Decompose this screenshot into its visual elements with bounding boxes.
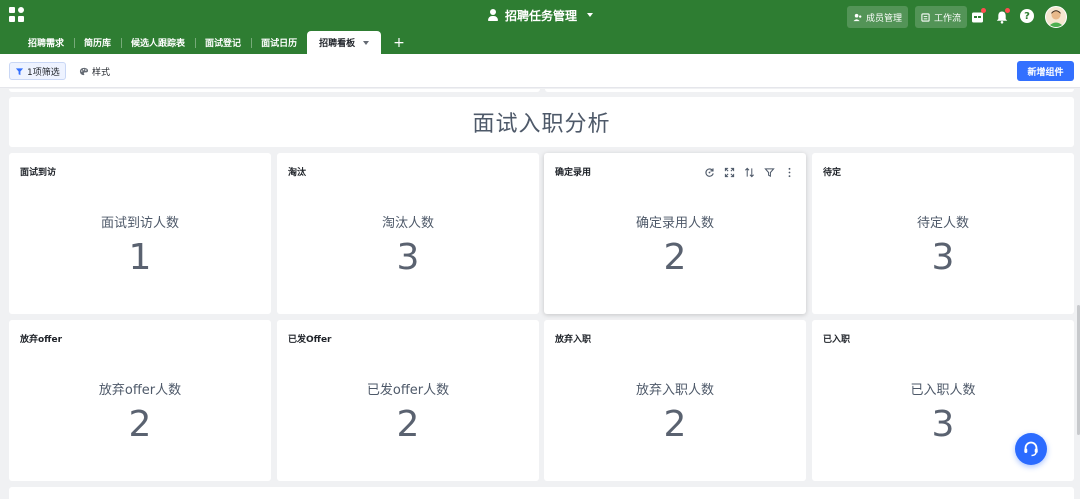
customer-service-icon [1024,441,1038,457]
notifications-button[interactable] [995,8,1010,24]
metric-value: 3 [931,237,955,278]
apps-icon[interactable] [9,7,25,23]
metric-label: 放弃offer人数 [98,383,182,398]
style-label: 样式 [92,67,111,78]
chevron-down-icon [587,13,593,17]
app-header: 招聘任务管理 成员管理 工作流 ? 招聘需求 简历库 候选人跟踪表 面试登记 面… [0,0,1080,54]
component-strip [545,89,1074,92]
card-title: 已入职 [823,335,851,345]
more-icon[interactable] [783,166,796,178]
metric-label: 放弃入职人数 [635,383,714,398]
app-title-dropdown[interactable]: 招聘任务管理 [487,7,593,24]
metric-card-interview-visits[interactable]: 面试到访 面试到访人数 1 [9,153,271,314]
card-toolbar [703,166,796,178]
filter-button[interactable]: 1项筛选 [9,62,66,80]
add-tab-button[interactable]: + [393,31,405,54]
members-icon [853,13,862,21]
metric-card-offer-sent[interactable]: 已发Offer 已发offer人数 2 [277,320,539,481]
help-icon[interactable]: ? [1020,9,1034,23]
metric-label: 已发offer人数 [366,383,450,398]
app-title: 招聘任务管理 [504,8,577,23]
card-title: 确定录用 [555,168,592,178]
avatar[interactable] [1045,6,1067,28]
metric-card-declined-onboarding[interactable]: 放弃入职 放弃入职人数 2 [544,320,806,481]
metric-value: 2 [128,404,152,445]
metric-label: 面试到访人数 [100,216,179,231]
metric-value: 2 [396,404,420,445]
style-icon [79,67,89,75]
metric-card-eliminated[interactable]: 淘汰 淘汰人数 3 [277,153,539,314]
metric-label: 确定录用人数 [635,216,714,231]
component-strip [9,89,540,92]
metric-label: 已入职人数 [910,383,976,398]
tab-candidate-tracking[interactable]: 候选人跟踪表 [121,31,195,54]
card-title: 放弃入职 [555,335,592,345]
tab-interview-registration[interactable]: 面试登记 [195,31,251,54]
tab-recruit-demand[interactable]: 招聘需求 [18,31,74,54]
workflow-label: 工作流 [934,13,962,24]
card-title: 面试到访 [20,168,57,178]
dashboard-toolbar: 1项筛选 样式 新增组件 [0,54,1080,88]
metric-label: 待定人数 [916,216,969,231]
card-title: 放弃offer [20,335,63,345]
metric-label: 淘汰人数 [381,216,434,231]
metric-value: 2 [663,404,687,445]
tab-resume-library[interactable]: 简历库 [74,31,121,54]
style-button[interactable]: 样式 [76,62,113,80]
fullscreen-icon[interactable] [723,166,736,178]
metric-card-confirmed-hires[interactable]: 确定录用 确定录用人数 2 [544,153,806,314]
tab-recruit-dashboard[interactable]: 招聘看板 [307,31,382,54]
metric-value: 1 [128,237,152,278]
workflow-button[interactable]: 工作流 [915,6,968,28]
metric-value: 3 [396,237,420,278]
user-icon [487,9,499,21]
filter-label: 1项筛选 [27,67,60,78]
metric-card-pending[interactable]: 待定 待定人数 3 [812,153,1074,314]
card-title: 待定 [823,168,842,178]
tab-interview-calendar[interactable]: 面试日历 [251,31,307,54]
sort-icon[interactable] [743,166,756,178]
chevron-down-icon[interactable] [363,40,370,45]
new-component-button[interactable]: 新增组件 [1017,61,1074,81]
filter-icon[interactable] [763,166,776,178]
metric-card-declined-offer[interactable]: 放弃offer 放弃offer人数 2 [9,320,271,481]
members-label: 成员管理 [866,13,903,24]
card-title: 已发Offer [288,335,332,345]
card-title: 淘汰 [288,168,307,178]
refresh-icon[interactable] [703,166,716,178]
dashboard-title-card[interactable]: 面试入职分析 [9,97,1074,147]
metric-value: 2 [663,237,687,278]
workflow-icon [921,12,930,22]
tab-bar: 招聘需求 简历库 候选人跟踪表 面试登记 面试日历 招聘看板 + [18,31,405,54]
customer-service-button[interactable] [1015,433,1047,465]
members-button[interactable]: 成员管理 [847,6,909,28]
filter-icon [15,67,24,75]
component-strip [9,487,1074,499]
calendar-button[interactable] [971,8,986,23]
dashboard-title: 面试入职分析 [472,112,611,137]
